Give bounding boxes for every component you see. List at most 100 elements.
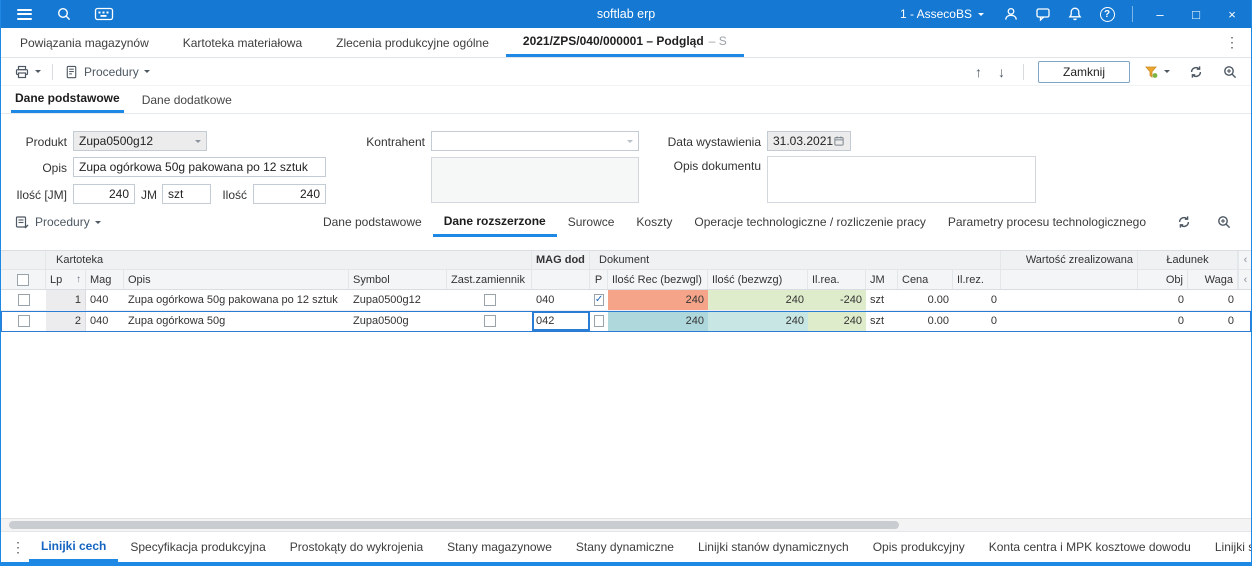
chevron-down-icon [195, 139, 201, 143]
cell-jm: szt [866, 311, 898, 332]
maximize-button[interactable]: □ [1183, 3, 1209, 25]
header-zast-zamiennik[interactable]: Zast.zamiennik [447, 270, 532, 289]
header-ilosc-bezwzg[interactable]: Ilość (bezwzg) [708, 270, 808, 289]
tab-document-preview[interactable]: 2021/ZPS/040/000001 – Podgląd – S [505, 28, 744, 57]
ilosc-field[interactable]: 240 [253, 184, 326, 204]
bottom-tab-konta-centra[interactable]: Konta centra i MPK kosztowe dowodu [977, 532, 1203, 562]
zast-checkbox[interactable] [483, 315, 496, 327]
move-down-button[interactable]: ↓ [994, 64, 1009, 80]
grid-column-header: Lp ↑ Mag Opis Symbol Zast.zamiennik P Ilo… [1, 270, 1251, 290]
tab-powiazania-magazynow[interactable]: Powiązania magazynów [3, 28, 166, 57]
grid-tab-parametry-procesu[interactable]: Parametry procesu technologicznego [937, 207, 1157, 237]
tab-zlecenia-produkcyjne[interactable]: Zlecenia produkcyjne ogólne [319, 28, 506, 57]
header-mag[interactable]: Mag [86, 270, 124, 289]
grid-refresh-icon[interactable] [1171, 212, 1197, 232]
scrollbar-thumb[interactable] [9, 521, 899, 529]
opis-field[interactable]: Zupa ogórkowa 50g pakowana po 12 sztuk [73, 157, 326, 177]
header-wartosc[interactable] [1001, 270, 1138, 289]
header-opis[interactable]: Opis [124, 270, 349, 289]
zast-checkbox[interactable] [483, 294, 496, 306]
select-all-checkbox[interactable] [17, 273, 29, 286]
move-up-button[interactable]: ↑ [971, 64, 986, 80]
header-ilosc-rec[interactable]: Ilość Rec (bezwgl) [608, 270, 708, 289]
horizontal-scrollbar[interactable] [1, 518, 1251, 531]
cell-mag-dod-edit[interactable]: 042 [532, 311, 590, 332]
subtab-dane-dodatkowe[interactable]: Dane dodatkowe [138, 86, 236, 113]
cell-filler [1238, 290, 1251, 311]
header-waga[interactable]: Waga [1188, 270, 1238, 289]
menu-icon[interactable] [13, 3, 35, 25]
apps-icon[interactable] [93, 3, 115, 25]
bottom-tab-specyfikacja-produkcyjna[interactable]: Specyfikacja produkcyjna [118, 532, 277, 562]
more-options-icon[interactable]: ⋮ [1221, 34, 1243, 51]
minimize-button[interactable]: – [1147, 3, 1173, 25]
grid-scroll-left-icon[interactable]: ‹ [1238, 251, 1251, 269]
subtab-label: Dane dodatkowe [141, 92, 232, 107]
bottom-tab-linijki-stanow[interactable]: Linijki stanów dynamicznych [686, 532, 861, 562]
cell-p [590, 311, 608, 332]
app-title: softlab erp [596, 7, 656, 21]
bell-icon[interactable] [1064, 3, 1086, 25]
print-button[interactable] [9, 62, 46, 82]
data-wystawienia-label: Data wystawienia [667, 135, 761, 149]
zamknij-button[interactable]: Zamknij [1037, 60, 1130, 83]
produkt-field[interactable]: Zupa0500g12 [73, 131, 207, 151]
hamburger-icon [16, 8, 32, 20]
ilosc-jm-field[interactable]: 240 [73, 184, 135, 204]
header-symbol[interactable]: Symbol [349, 270, 447, 289]
cell-mag-dod[interactable]: 040 [532, 290, 590, 311]
bottom-tab-linijki-cech[interactable]: Linijki cech [29, 532, 119, 562]
jm-field[interactable]: szt [162, 184, 211, 204]
grid-scroll-left-icon[interactable]: ‹ [1238, 270, 1251, 289]
kontrahent-notes-area[interactable] [431, 157, 639, 203]
chat-icon[interactable] [1032, 3, 1054, 25]
user-icon[interactable] [1000, 3, 1022, 25]
grid-tab-dane-podstawowe[interactable]: Dane podstawowe [312, 207, 433, 237]
grid-empty-area [1, 332, 1251, 518]
grid-tab-dane-rozszerzone[interactable]: Dane rozszerzone [432, 207, 557, 237]
subtab-dane-podstawowe[interactable]: Dane podstawowe [11, 86, 124, 113]
kontrahent-field[interactable] [431, 131, 639, 151]
header-jm[interactable]: JM [866, 270, 898, 289]
row-select-checkbox[interactable] [17, 294, 30, 306]
bottom-tab-opis-produkcyjny[interactable]: Opis produkcyjny [861, 532, 977, 562]
header-mag-dod[interactable] [532, 270, 590, 289]
tab-kartoteka-materialowa[interactable]: Kartoteka materiałowa [166, 28, 319, 57]
search-icon[interactable] [53, 3, 75, 25]
search-grid-icon[interactable] [1217, 62, 1243, 82]
data-wystawienia-field[interactable]: 31.03.2021 [767, 131, 851, 151]
grid-procedury-dropdown[interactable]: Procedury [9, 212, 106, 232]
p-checkbox[interactable]: ✓ [593, 294, 605, 306]
grid-tab-label: Dane rozszerzone [443, 213, 546, 228]
header-il-rea[interactable]: Il.rea. [808, 270, 866, 289]
close-button[interactable]: × [1219, 3, 1245, 25]
refresh-icon[interactable] [1183, 62, 1209, 82]
p-checkbox[interactable] [594, 315, 604, 327]
bottom-tab-stany-dynamiczne[interactable]: Stany dynamiczne [564, 532, 686, 562]
bottom-tab-prostokaty[interactable]: Prostokąty do wykrojenia [278, 532, 435, 562]
header-p[interactable]: P [590, 270, 608, 289]
header-il-rez[interactable]: Il.rez. [953, 270, 1001, 289]
grid-search-icon[interactable] [1211, 212, 1237, 232]
bottom-tab-linijki-st[interactable]: Linijki st [1203, 532, 1251, 562]
help-icon[interactable]: ? [1096, 3, 1118, 25]
table-row-selected[interactable]: 2 040 Zupa ogórkowa 50g Zupa0500g 042 24… [1, 311, 1251, 332]
workspace-selector[interactable]: 1 - AssecoBS [894, 7, 990, 21]
header-lp[interactable]: Lp ↑ [46, 270, 86, 289]
data-wystawienia-value: 31.03.2021 [773, 134, 834, 148]
bottom-more-options-icon[interactable]: ⋮ [7, 539, 29, 556]
grid-tab-surowce[interactable]: Surowce [557, 207, 626, 237]
produkt-label: Produkt [25, 135, 67, 149]
header-cena[interactable]: Cena [898, 270, 953, 289]
grid-tab-koszty[interactable]: Koszty [625, 207, 683, 237]
row-select-checkbox[interactable] [17, 315, 30, 327]
bottom-tab-stany-magazynowe[interactable]: Stany magazynowe [435, 532, 564, 562]
filter-set-dropdown[interactable] [1138, 62, 1175, 82]
grid-tab-label: Parametry procesu technologicznego [947, 215, 1146, 229]
header-obj[interactable]: Obj [1138, 270, 1188, 289]
opis-dokumentu-area[interactable] [767, 156, 1036, 203]
grid-tab-operacje-technologiczne[interactable]: Operacje technologiczne / rozliczenie pr… [683, 207, 936, 237]
cell-mag: 040 [86, 311, 124, 332]
procedury-dropdown[interactable]: Procedury [59, 62, 155, 82]
table-row[interactable]: 1 040 Zupa ogórkowa 50g pakowana po 12 s… [1, 290, 1251, 311]
